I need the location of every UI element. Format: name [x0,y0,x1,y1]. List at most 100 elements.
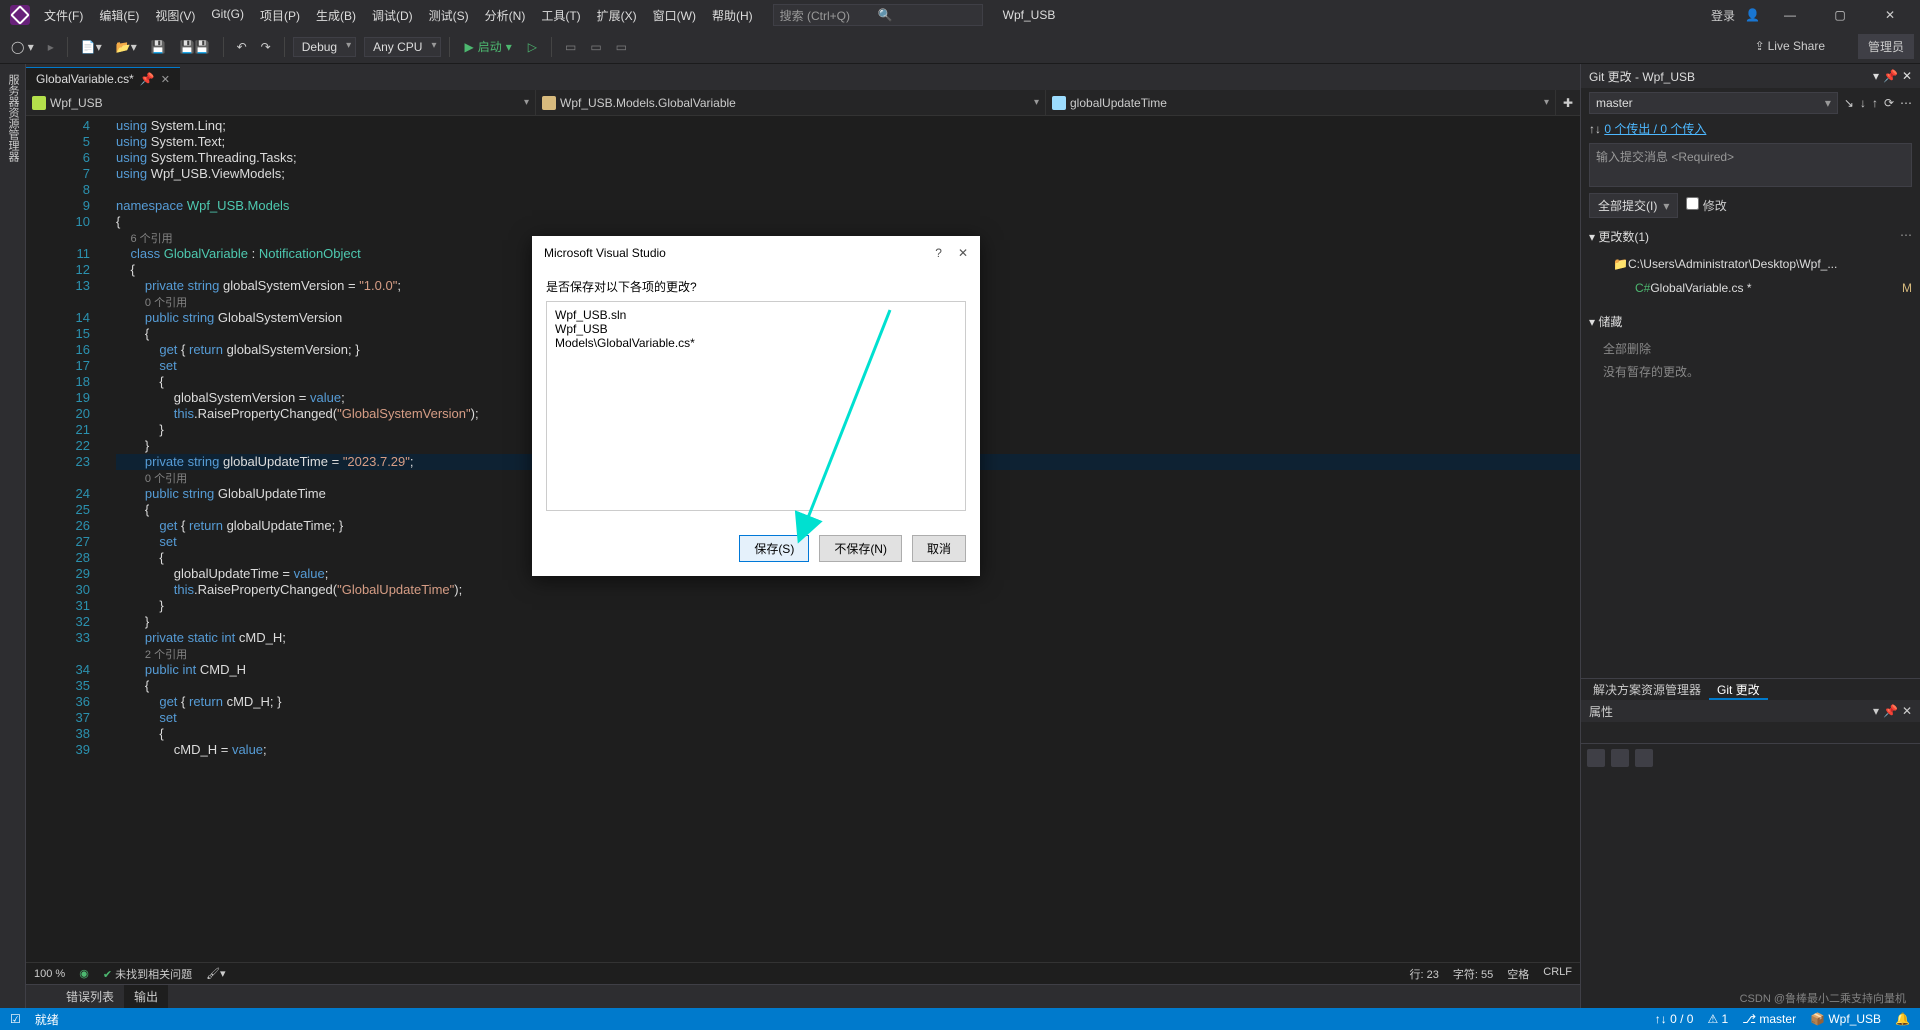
menu-item[interactable]: 窗口(W) [645,3,704,28]
menu-item[interactable]: 工具(T) [533,3,588,28]
changes-path[interactable]: 📁 C:\Users\Administrator\Desktop\Wpf_... [1589,255,1912,273]
line-indicator[interactable]: 行: 23 [1410,966,1439,982]
amend-checkbox[interactable]: 修改 [1686,197,1726,214]
platform-combo[interactable]: Any CPU [364,37,441,57]
menu-item[interactable]: 调试(D) [364,3,421,28]
vtab-server-explorer[interactable]: 服务器资源管理器 [1,64,25,1008]
close-icon[interactable]: ✕ [958,246,968,260]
sync-status[interactable]: ↑↓ 0 个传出 / 0 个传入 [1589,120,1912,137]
alpha-icon[interactable] [1611,749,1629,767]
fetch-icon[interactable]: ↘ [1844,96,1854,110]
tab-git-changes[interactable]: Git 更改 [1709,679,1768,700]
vtab-toolbox[interactable]: 工具箱 [0,64,1,1008]
menu-item[interactable]: Git(G) [203,3,252,28]
tab-output[interactable]: 输出 [124,985,168,1008]
split-icon[interactable]: ✚ [1556,90,1580,115]
push-icon[interactable]: ↑ [1872,96,1878,110]
close-panel-icon[interactable]: ✕ [1902,69,1912,83]
indent-indicator[interactable]: 空格 [1507,966,1529,982]
commit-message-input[interactable]: 输入提交消息 <Required> [1589,143,1912,187]
tab-error-list[interactable]: 错误列表 [56,985,124,1008]
dialog-title-bar: Microsoft Visual Studio ?✕ [532,236,980,270]
login-link[interactable]: 登录 [1711,7,1735,24]
wrench-icon[interactable] [1635,749,1653,767]
commit-all-button[interactable]: 全部提交(I) [1589,193,1678,218]
save-button[interactable]: 保存(S) [739,535,809,562]
nav-type[interactable]: Wpf_USB.Models.GlobalVariable [536,90,1046,115]
cancel-button[interactable]: 取消 [912,535,966,562]
tool-icon[interactable]: ▭ [585,37,606,57]
user-icon[interactable]: 👤 [1745,8,1760,22]
watermark: CSDN @鲁棒最小二乘支持向量机 [1740,990,1906,1006]
menu-item[interactable]: 文件(F) [36,3,91,28]
notifications-icon[interactable]: 🔔 [1895,1012,1910,1026]
pin-icon[interactable]: 📌 [1883,704,1898,718]
nav-member[interactable]: globalUpdateTime [1046,90,1556,115]
status-ready: 就绪 [35,1011,59,1028]
status-repo[interactable]: 📦 Wpf_USB [1810,1012,1881,1026]
menu-item[interactable]: 视图(V) [147,3,203,28]
menu-item[interactable]: 帮助(H) [704,3,761,28]
nav-bar: Wpf_USB Wpf_USB.Models.GlobalVariable gl… [26,90,1580,116]
tool-icon[interactable]: ▭ [560,37,581,57]
pin-icon[interactable]: 📌 [1883,69,1898,83]
close-tab-icon[interactable]: ✕ [161,73,170,86]
brush-icon[interactable]: 🖌▾ [206,967,226,980]
search-box[interactable]: 搜索 (Ctrl+Q) 🔍 [773,4,983,26]
more-icon[interactable]: ⋯ [1900,228,1912,242]
menu-item[interactable]: 扩展(X) [589,3,645,28]
eol-indicator[interactable]: CRLF [1543,966,1572,982]
pin-icon[interactable]: 📌 [140,72,155,86]
checkbox-icon[interactable]: ☑ [10,1012,21,1026]
col-indicator[interactable]: 字符: 55 [1453,966,1493,982]
undo-button[interactable]: ↶ [232,37,252,57]
close-button[interactable]: ✕ [1870,1,1910,29]
editor-status: 100 % ◉ ✔ 未找到相关问题 🖌▾ 行: 23 字符: 55 空格 CRL… [26,962,1580,984]
save-all-button[interactable]: 💾💾 [175,37,215,57]
status-warnings[interactable]: ⚠ 1 [1707,1012,1728,1026]
close-panel-icon[interactable]: ✕ [1902,704,1912,718]
menu-item[interactable]: 编辑(E) [91,3,147,28]
right-panel: Git 更改 - Wpf_USB ▾📌✕ master ↘ ↓ ↑ ⟳ ⋯ ↑↓… [1580,64,1920,1008]
more-icon[interactable]: ⋯ [1900,96,1912,110]
save-changes-dialog: Microsoft Visual Studio ?✕ 是否保存对以下各项的更改?… [532,236,980,576]
nav-back-button[interactable]: ◯ ▾ [6,37,39,57]
changes-group[interactable]: 更改数(1)⋯ [1589,224,1912,249]
menu-item[interactable]: 分析(N) [477,3,534,28]
redo-button[interactable]: ↷ [256,37,276,57]
status-branch[interactable]: ⎇ master [1742,1012,1796,1026]
zoom-level[interactable]: 100 % [34,968,65,980]
help-icon[interactable]: ? [935,246,942,260]
status-indicator-icon: ◉ [79,967,89,980]
menu-item[interactable]: 项目(P) [252,3,308,28]
dropdown-icon[interactable]: ▾ [1873,704,1879,718]
config-combo[interactable]: Debug [293,37,356,57]
menu-item[interactable]: 测试(S) [421,3,477,28]
pull-icon[interactable]: ↓ [1860,96,1866,110]
dropdown-icon[interactable]: ▾ [1873,69,1879,83]
status-errors[interactable]: ↑↓ 0 / 0 [1655,1012,1694,1026]
sync-icon[interactable]: ⟳ [1884,96,1894,110]
main-toolbar: ◯ ▾ ▸ 📄▾ 📂▾ 💾 💾💾 ↶ ↷ Debug Any CPU ▶ 启动 … [0,30,1920,64]
stash-group[interactable]: 储藏 [1589,309,1912,334]
title-bar: 文件(F)编辑(E)视图(V)Git(G)项目(P)生成(B)调试(D)测试(S… [0,0,1920,30]
stash-delete-all[interactable]: 全部删除 [1589,340,1912,357]
new-button[interactable]: 📄▾ [76,37,107,57]
tab-solution-explorer[interactable]: 解决方案资源管理器 [1585,679,1709,700]
start-nodebug-button[interactable]: ▷ [522,38,543,56]
maximize-button[interactable]: ▢ [1820,1,1860,29]
categorize-icon[interactable] [1587,749,1605,767]
start-debug-button[interactable]: ▶ 启动 ▾ [458,36,517,57]
tool-icon[interactable]: ▭ [611,37,632,57]
nav-project[interactable]: Wpf_USB [26,90,536,115]
menu-item[interactable]: 生成(B) [308,3,364,28]
save-button[interactable]: 💾 [146,37,171,57]
dont-save-button[interactable]: 不保存(N) [819,535,902,562]
changed-file[interactable]: C# GlobalVariable.cs *M [1589,279,1912,297]
branch-combo[interactable]: master [1589,92,1838,114]
liveshare-button[interactable]: ⇪ Live Share [1750,36,1830,56]
nav-fwd-button[interactable]: ▸ [43,37,59,57]
open-button[interactable]: 📂▾ [111,37,142,57]
file-tab[interactable]: GlobalVariable.cs* 📌 ✕ [26,67,180,90]
minimize-button[interactable]: — [1770,1,1810,29]
